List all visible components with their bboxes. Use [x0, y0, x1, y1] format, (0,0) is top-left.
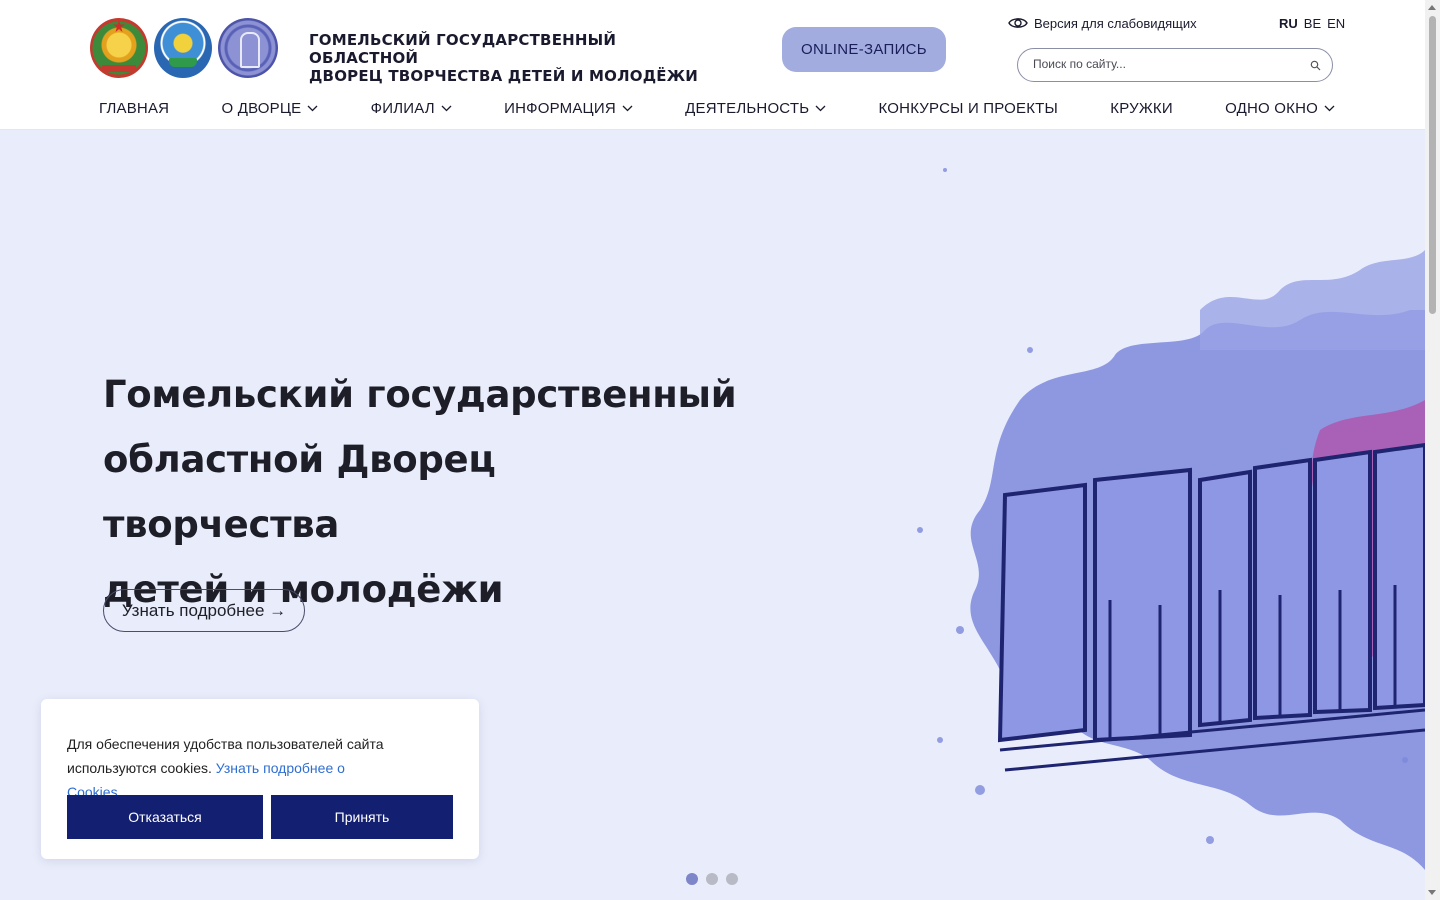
- palace-emblem-icon[interactable]: [218, 18, 278, 78]
- eye-icon: [1008, 18, 1028, 28]
- cookie-banner: Для обеспечения удобства пользователей с…: [41, 699, 479, 859]
- figure-icon: [240, 32, 260, 68]
- chevron-down-icon: [1324, 105, 1335, 112]
- nav-item-activity[interactable]: ДЕЯТЕЛЬНОСТЬ: [685, 100, 826, 117]
- chevron-down-icon: [815, 105, 826, 112]
- book-icon: [169, 58, 197, 67]
- scroll-up-arrow-icon[interactable]: [1428, 5, 1436, 10]
- accept-cookies-button[interactable]: Принять: [271, 795, 453, 839]
- chevron-down-icon: [307, 105, 318, 112]
- scrollbar-thumb[interactable]: [1429, 16, 1436, 314]
- decline-cookies-button[interactable]: Отказаться: [67, 795, 263, 839]
- nav-item-label: КРУЖКИ: [1110, 100, 1173, 117]
- nav-item-label: О ДВОРЦЕ: [221, 100, 302, 117]
- site-title[interactable]: ГОМЕЛЬСКИЙ ГОСУДАРСТВЕННЫЙ ОБЛАСТНОЙ ДВО…: [309, 31, 729, 85]
- nav-item-label: КОНКУРСЫ И ПРОЕКТЫ: [878, 100, 1059, 117]
- low-vision-link[interactable]: Версия для слабовидящих: [1008, 14, 1197, 32]
- search-box: [1017, 48, 1333, 82]
- nav-item-label: ФИЛИАЛ: [370, 100, 435, 117]
- slider-dot[interactable]: [706, 873, 718, 885]
- page-scrollbar[interactable]: [1425, 0, 1440, 900]
- nav-item-label: ОДНО ОКНО: [1225, 100, 1318, 117]
- hero-title: Гомельский государственный областной Дво…: [103, 362, 743, 622]
- lang-be[interactable]: BE: [1304, 16, 1321, 31]
- site-title-line2: ДВОРЕЦ ТВОРЧЕСТВА ДЕТЕЙ И МОЛОДЁЖИ: [309, 67, 699, 85]
- nav-item-contests[interactable]: КОНКУРСЫ И ПРОЕКТЫ: [879, 100, 1058, 117]
- red-star-icon: [113, 20, 125, 32]
- ribbon-icon: [102, 63, 136, 72]
- nav-item-clubs[interactable]: КРУЖКИ: [1110, 100, 1173, 117]
- nav-item-label: ИНФОРМАЦИЯ: [504, 100, 616, 117]
- online-booking-button[interactable]: ONLINE-ЗАПИСЬ: [782, 27, 946, 72]
- low-vision-label: Версия для слабовидящих: [1034, 15, 1197, 31]
- slider-dot[interactable]: [686, 873, 698, 885]
- site-header: ГОМЕЛЬСКИЙ ГОСУДАРСТВЕННЫЙ ОБЛАСТНОЙ ДВО…: [0, 0, 1425, 130]
- hero-title-line1: Гомельский государственный: [103, 373, 737, 416]
- chevron-down-icon: [441, 105, 452, 112]
- nav-item-label: ГЛАВНАЯ: [99, 100, 170, 117]
- nav-item-label: ДЕЯТЕЛЬНОСТЬ: [685, 100, 810, 117]
- nav-item-about[interactable]: О ДВОРЦЕ: [222, 100, 319, 117]
- lang-en[interactable]: EN: [1327, 16, 1345, 31]
- cookie-text-block: Для обеспечения удобства пользователей с…: [67, 732, 397, 804]
- search-input[interactable]: [1031, 56, 1305, 72]
- nav-item-information[interactable]: ИНФОРМАЦИЯ: [504, 100, 633, 117]
- lang-ru[interactable]: RU: [1279, 16, 1298, 31]
- coat-of-arms-icon[interactable]: [90, 18, 148, 78]
- logo-group[interactable]: [90, 18, 278, 78]
- ministry-emblem-icon[interactable]: [154, 18, 212, 78]
- learn-more-button[interactable]: Узнать подробнее →: [103, 589, 305, 632]
- site-title-line1: ГОМЕЛЬСКИЙ ГОСУДАРСТВЕННЫЙ ОБЛАСТНОЙ: [309, 31, 617, 67]
- hero-title-line2: областной Дворец творчества: [103, 438, 496, 546]
- nav-item-home[interactable]: ГЛАВНАЯ: [99, 100, 169, 117]
- search-icon[interactable]: [1310, 60, 1321, 71]
- nav-item-one-window[interactable]: ОДНО ОКНО: [1225, 100, 1335, 117]
- slider-dots: [686, 873, 738, 885]
- main-nav: ГЛАВНАЯ О ДВОРЦЕ ФИЛИАЛ ИНФОРМАЦИЯ ДЕЯТЕ…: [99, 100, 1335, 117]
- nav-item-branch[interactable]: ФИЛИАЛ: [371, 100, 452, 117]
- slider-dot[interactable]: [726, 873, 738, 885]
- chevron-down-icon: [622, 105, 633, 112]
- language-switcher: RU BE EN: [1279, 16, 1345, 31]
- scroll-down-arrow-icon[interactable]: [1428, 890, 1436, 895]
- building-illustration: [917, 168, 1425, 870]
